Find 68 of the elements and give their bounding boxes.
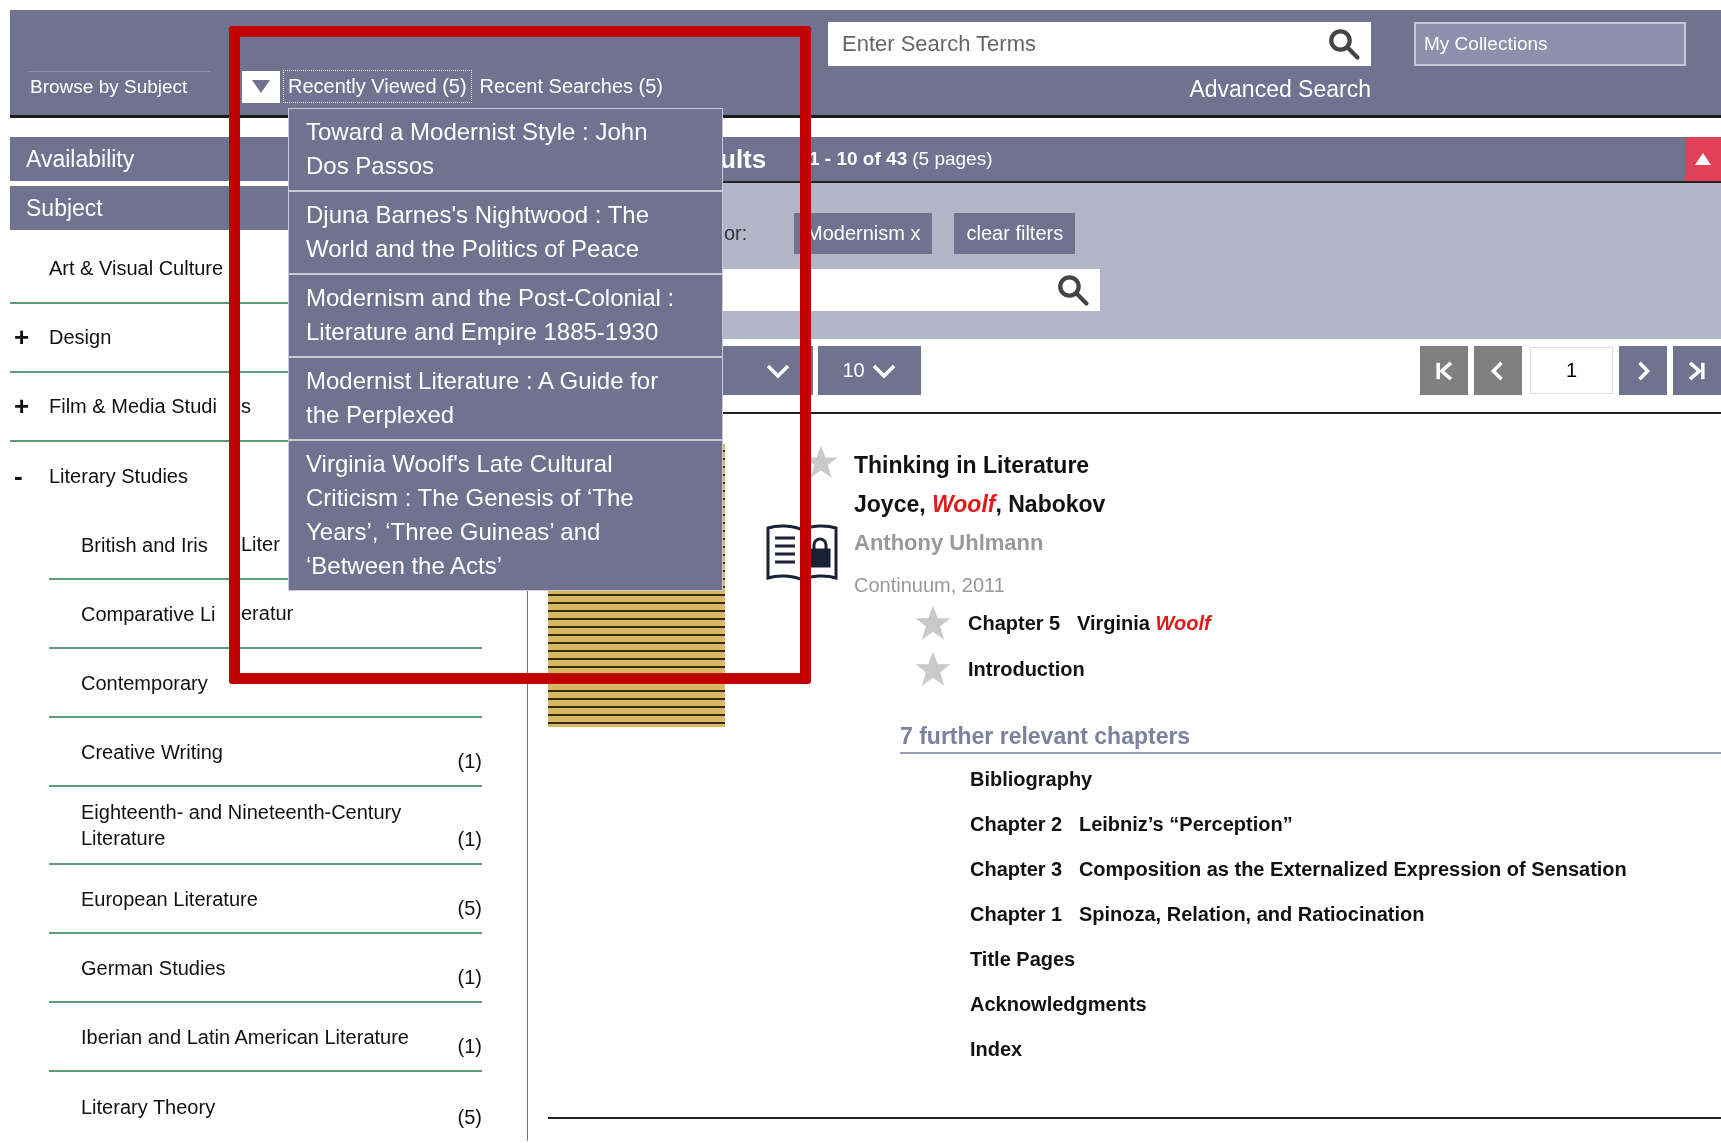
chapter-link[interactable]: Index — [970, 1038, 1721, 1061]
subject-item[interactable]: European Literature — [81, 885, 258, 912]
book-subtitle: Joyce, Woolf, Nabokov — [854, 491, 1107, 518]
chapter-link[interactable]: Introduction — [968, 657, 1085, 681]
chapter-link[interactable]: Chapter 5 Virginia Woolf — [968, 611, 1211, 635]
triangle-down-icon — [252, 80, 270, 93]
results-pages: (5 pages) — [912, 148, 994, 170]
subject-item[interactable]: Art & Visual Culture — [49, 257, 224, 280]
expand-toggle[interactable]: - — [10, 461, 49, 492]
further-chapters-link[interactable]: 7 further relevant chapters — [900, 723, 1721, 754]
chapter-link[interactable]: Chapter 3 Composition as the Externalized Expression of Sensation — [970, 858, 1721, 881]
advanced-search-link[interactable]: Advanced Search — [1189, 76, 1371, 103]
item-count: (5) — [457, 897, 482, 920]
menu-item[interactable]: Djuna Barnes's Nightwood : The World and the Politics of Peace — [289, 192, 722, 275]
subject-item[interactable]: Literary Studies — [49, 465, 188, 488]
per-page-dropdown[interactable]: 10 — [818, 346, 921, 395]
chapter-link[interactable]: Chapter 2 Leibniz’s “Perception” — [970, 813, 1721, 836]
search-field[interactable]: Enter Search Terms — [828, 22, 1371, 66]
item-count: (5) — [457, 1106, 482, 1129]
item-count: (1) — [457, 750, 482, 773]
triangle-up-icon — [1695, 153, 1711, 165]
subject-item-fragment: eratur — [241, 602, 294, 625]
chapter-link[interactable]: Acknowledgments — [970, 993, 1721, 1016]
dropdown-toggle[interactable] — [242, 70, 280, 103]
subject-item[interactable]: Design — [49, 326, 112, 349]
item-count: (1) — [457, 828, 482, 851]
chapter-link[interactable]: Title Pages — [970, 948, 1721, 971]
subject-item[interactable]: Eighteenth- and Nineteenth-Century Literature — [81, 799, 421, 851]
subject-item[interactable]: British and Iris — [81, 533, 208, 556]
chapter-link[interactable]: Bibliography — [970, 768, 1721, 791]
results-heading: ults — [720, 143, 768, 175]
my-collections-field[interactable]: My Collections — [1414, 22, 1686, 66]
expand-toggle[interactable]: + — [10, 391, 49, 422]
expand-toggle[interactable]: + — [10, 322, 49, 353]
chevron-down-icon — [765, 362, 791, 379]
item-count: (1) — [457, 966, 482, 989]
clear-filters-button[interactable]: clear filters — [954, 213, 1076, 254]
subject-item[interactable]: Film & Media Studi — [49, 395, 217, 417]
book-publisher: Continuum, 2011 — [854, 574, 1006, 597]
subject-item[interactable]: Iberian and Latin American Literature — [81, 1023, 409, 1050]
page-number-field[interactable]: 1 — [1530, 347, 1613, 394]
search-icon[interactable] — [1327, 27, 1361, 61]
subject-item[interactable]: Contemporary — [81, 669, 208, 696]
subject-item[interactable]: Creative Writing — [81, 738, 223, 765]
chevron-down-icon — [870, 362, 897, 379]
subject-item[interactable]: Comparative Li — [81, 602, 216, 625]
subject-item[interactable]: Literary Theory — [81, 1093, 216, 1120]
search-icon[interactable] — [1056, 273, 1090, 307]
menu-item[interactable]: Virginia Woolf's Late Cultural Criticism : The Genesis of ‘The Years’, ‘Three Guineas’ and ‘Between the Acts’ — [289, 441, 722, 590]
next-page-button[interactable] — [1619, 346, 1667, 395]
star-icon[interactable] — [914, 604, 952, 642]
subject-item[interactable]: German Studies — [81, 954, 226, 981]
chapter-link[interactable]: Chapter 1 Spinoza, Relation, and Ratiocination — [970, 903, 1721, 926]
menu-item[interactable]: Modernism and the Post-Colonial : Literature and Empire 1885-1930 — [289, 275, 722, 358]
star-icon[interactable] — [914, 650, 952, 688]
book-author: Anthony Uhlmann — [854, 530, 1045, 556]
recent-searches-tab[interactable]: Recent Searches (5) — [474, 70, 669, 103]
book-title[interactable]: Thinking in Literature — [854, 452, 1721, 479]
collapse-button[interactable] — [1685, 137, 1721, 181]
subject-item-fragment: s — [241, 395, 251, 418]
menu-item[interactable]: Modernist Literature : A Guide for the Perplexed — [289, 358, 722, 441]
menu-item[interactable]: Toward a Modernist Style : John Dos Passos — [289, 109, 722, 192]
browse-by-subject-link[interactable]: Browse by Subject — [28, 71, 210, 102]
last-page-button[interactable] — [1673, 346, 1721, 395]
recently-viewed-tab[interactable]: Recently Viewed (5) — [283, 70, 472, 103]
item-count: (1) — [457, 1035, 482, 1058]
filter-label: or: — [724, 222, 749, 245]
subject-item-fragment: Liter — [241, 533, 280, 556]
